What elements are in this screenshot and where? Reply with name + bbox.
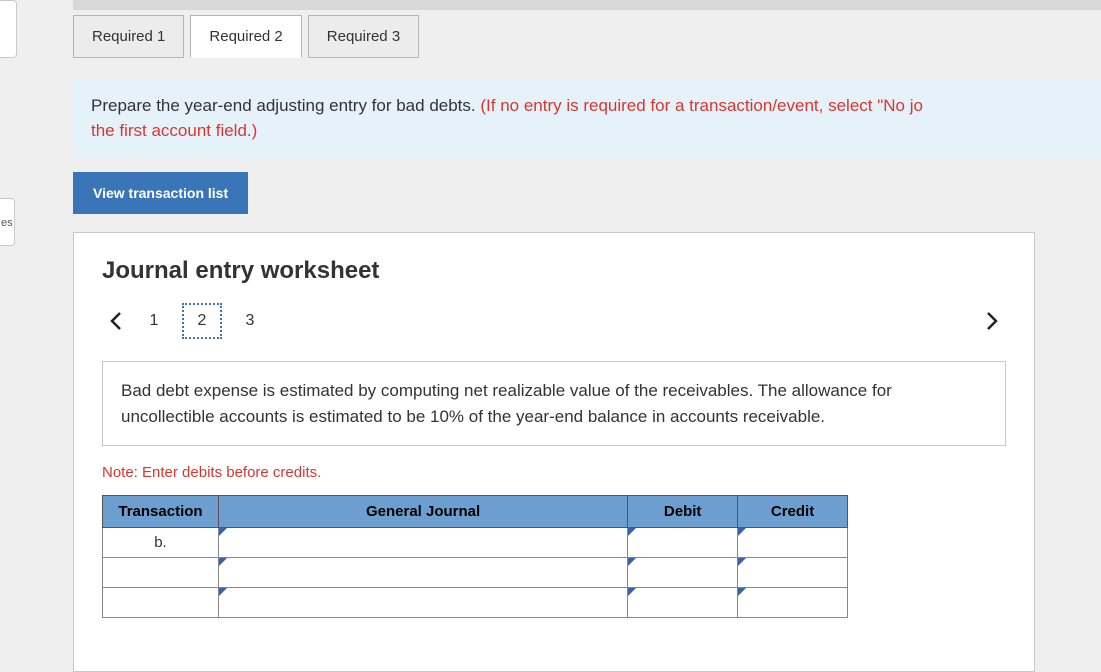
transaction-cell xyxy=(103,558,219,588)
table-row xyxy=(103,588,848,618)
table-row xyxy=(103,558,848,588)
col-credit: Credit xyxy=(738,496,848,528)
instruction-text: Prepare the year-end adjusting entry for… xyxy=(91,96,480,115)
step-3[interactable]: 3 xyxy=(230,303,270,339)
credit-cell[interactable] xyxy=(738,588,848,618)
view-transaction-list-button[interactable]: View transaction list xyxy=(73,172,248,214)
journal-worksheet: Journal entry worksheet 1 2 3 Bad debt e… xyxy=(73,232,1035,672)
left-flyout-top[interactable] xyxy=(0,0,17,58)
general-journal-cell[interactable] xyxy=(218,528,627,558)
debit-cell[interactable] xyxy=(628,528,738,558)
general-journal-cell[interactable] xyxy=(218,558,627,588)
note-text: Note: Enter debits before credits. xyxy=(102,464,1006,481)
top-bar xyxy=(73,0,1101,10)
left-flyout-mid[interactable]: es xyxy=(0,198,15,246)
instruction-hint: (If no entry is required for a transacti… xyxy=(480,96,923,115)
entry-description: Bad debt expense is estimated by computi… xyxy=(102,361,1006,446)
journal-table: Transaction General Journal Debit Credit… xyxy=(102,495,848,618)
debit-cell[interactable] xyxy=(628,558,738,588)
instruction-hint-line2: the first account field.) xyxy=(91,121,257,140)
col-transaction: Transaction xyxy=(103,496,219,528)
credit-cell[interactable] xyxy=(738,558,848,588)
tab-required-3[interactable]: Required 3 xyxy=(308,15,419,58)
step-1[interactable]: 1 xyxy=(134,303,174,339)
table-header-row: Transaction General Journal Debit Credit xyxy=(103,496,848,528)
tab-required-1[interactable]: Required 1 xyxy=(73,15,184,58)
worksheet-title: Journal entry worksheet xyxy=(102,257,1006,285)
chevron-left-icon[interactable] xyxy=(102,307,130,335)
col-general-journal: General Journal xyxy=(218,496,627,528)
chevron-right-icon[interactable] xyxy=(978,307,1006,335)
general-journal-cell[interactable] xyxy=(218,588,627,618)
col-debit: Debit xyxy=(628,496,738,528)
credit-cell[interactable] xyxy=(738,528,848,558)
step-2[interactable]: 2 xyxy=(182,303,222,339)
tab-strip: Required 1 Required 2 Required 3 xyxy=(73,15,425,58)
debit-cell[interactable] xyxy=(628,588,738,618)
transaction-cell: b. xyxy=(103,528,219,558)
instruction-panel: Prepare the year-end adjusting entry for… xyxy=(73,80,1101,157)
table-row: b. xyxy=(103,528,848,558)
transaction-cell xyxy=(103,588,219,618)
tab-required-2[interactable]: Required 2 xyxy=(190,15,301,58)
worksheet-stepper: 1 2 3 xyxy=(102,303,1006,339)
